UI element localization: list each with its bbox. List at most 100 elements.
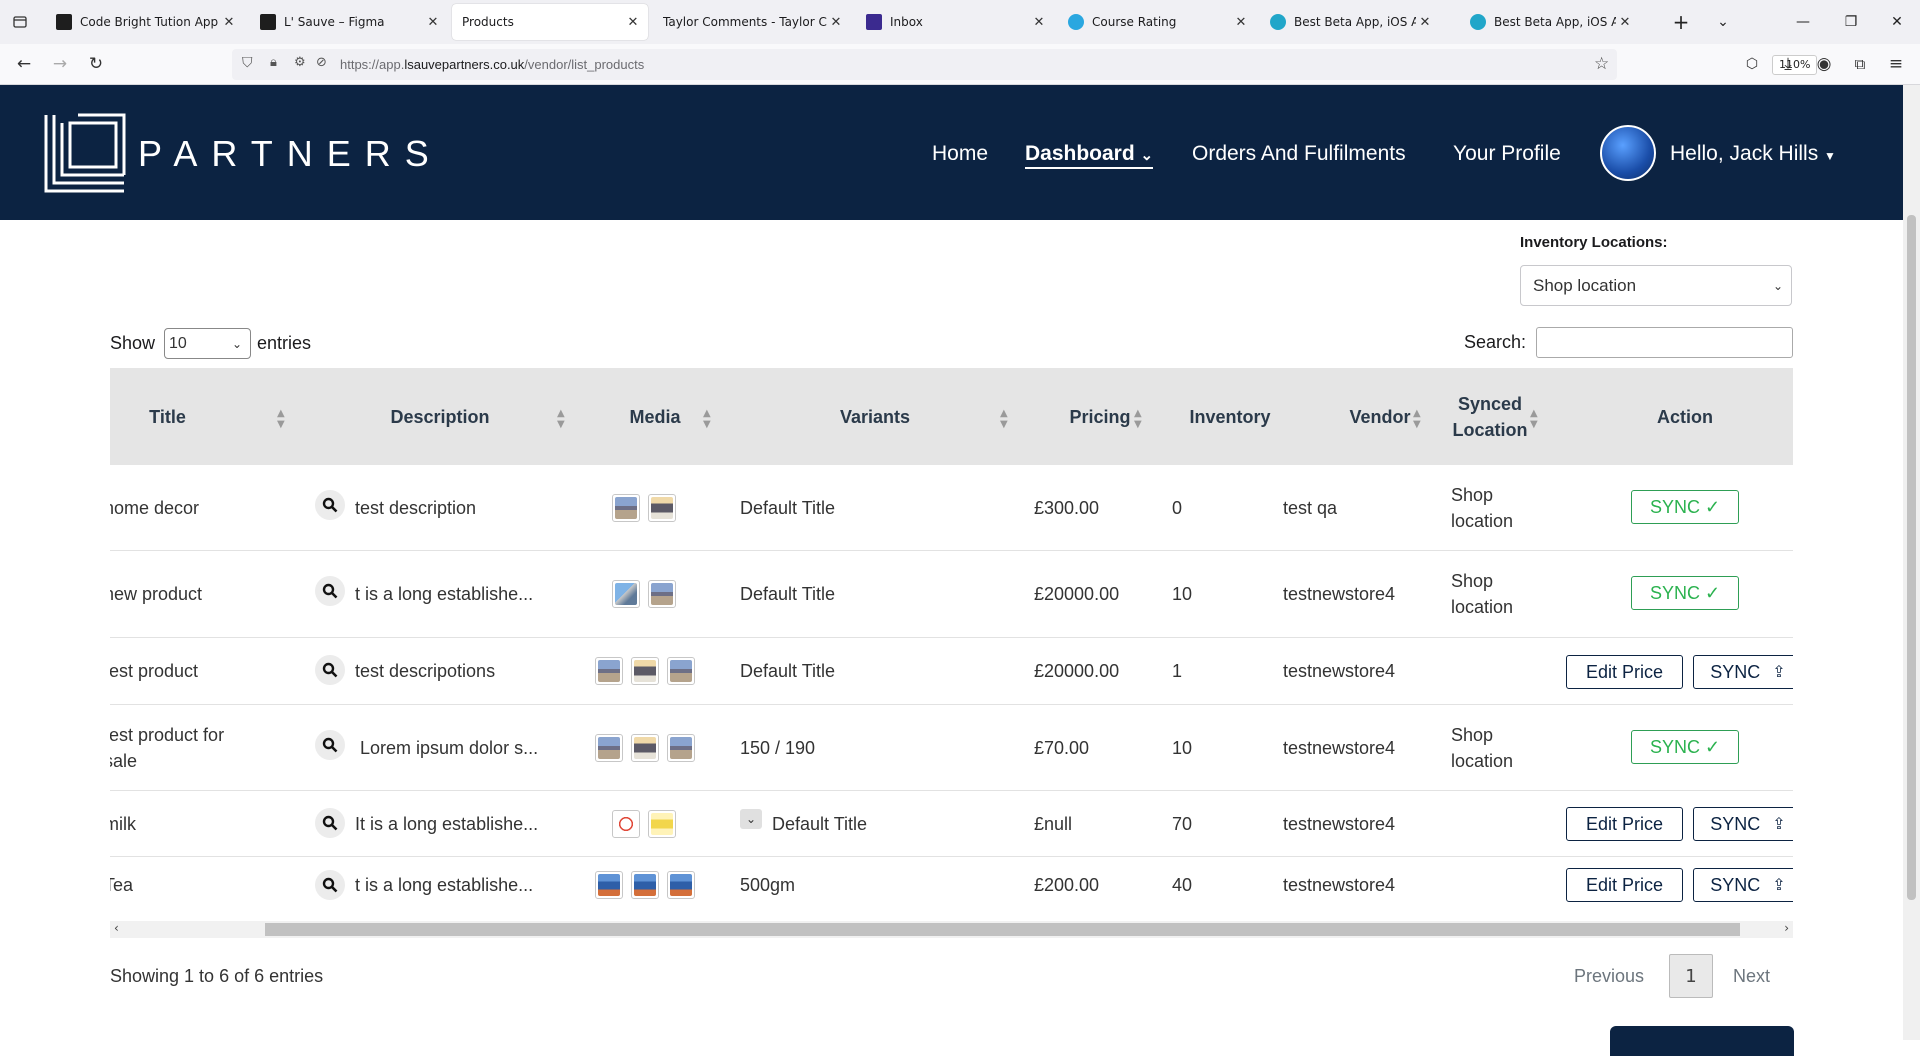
- entries-per-page-select[interactable]: 10 ⌄: [164, 328, 251, 359]
- col-inventory[interactable]: Inventory: [1160, 368, 1300, 465]
- tab-list-chevron-icon[interactable]: ⌄: [1700, 0, 1746, 44]
- variants-expand-chevron-icon[interactable]: ⌄: [740, 809, 762, 829]
- table-horizontal-scrollbar[interactable]: ‹ ›: [110, 921, 1793, 938]
- menu-icon[interactable]: ≡: [1884, 52, 1908, 76]
- tab-overview-icon[interactable]: [8, 10, 32, 34]
- scroll-right-icon[interactable]: ›: [1784, 921, 1789, 935]
- close-window-icon[interactable]: ✕: [1874, 0, 1920, 44]
- view-description-button[interactable]: [315, 870, 345, 900]
- new-tab-icon[interactable]: +: [1658, 0, 1704, 44]
- edit-price-button[interactable]: Edit Price: [1566, 655, 1683, 689]
- sync-button[interactable]: SYNC ⇪: [1693, 868, 1793, 902]
- media-thumbnail[interactable]: [631, 871, 659, 899]
- sort-icon[interactable]: ▲ ▼: [1000, 408, 1008, 430]
- media-thumbnail[interactable]: [648, 810, 676, 838]
- sync-button[interactable]: SYNC ⇪: [1693, 655, 1793, 689]
- media-thumbnail[interactable]: [667, 871, 695, 899]
- sync-done-button[interactable]: SYNC ✓: [1631, 490, 1739, 524]
- sync-done-button[interactable]: SYNC ✓: [1631, 576, 1739, 610]
- sort-icon[interactable]: ▲ ▼: [1530, 408, 1538, 430]
- tab-best-beta-1[interactable]: Best Beta App, iOS App, An ✕: [1260, 4, 1440, 40]
- minimize-icon[interactable]: —: [1780, 0, 1826, 44]
- media-thumbnail[interactable]: [648, 494, 676, 522]
- col-title[interactable]: Title: [110, 368, 225, 465]
- tab-best-beta-2[interactable]: Best Beta App, iOS App, An ✕: [1460, 4, 1640, 40]
- page-1-button[interactable]: 1: [1669, 954, 1713, 998]
- address-bar[interactable]: ⛉ 🔒︎ ⚙ ⊘ https://app.lsauvepartners.co.u…: [232, 49, 1818, 80]
- next-page-button[interactable]: Next: [1733, 966, 1770, 987]
- shield-icon[interactable]: ⛉: [242, 55, 253, 71]
- user-menu[interactable]: Hello, Jack Hills ▼: [1670, 142, 1836, 166]
- sort-icon[interactable]: ▲ ▼: [1413, 408, 1421, 430]
- close-tab-icon[interactable]: ✕: [827, 15, 845, 30]
- tab-course-rating[interactable]: Course Rating ✕: [1058, 4, 1256, 40]
- media-thumbnail[interactable]: [612, 494, 640, 522]
- media-thumbnail[interactable]: [631, 657, 659, 685]
- media-thumbnail[interactable]: [595, 657, 623, 685]
- close-tab-icon[interactable]: ✕: [1616, 15, 1634, 30]
- view-description-button[interactable]: [315, 808, 345, 838]
- restore-icon[interactable]: ❐: [1828, 0, 1874, 44]
- inventory-location-select[interactable]: Shop location ⌄: [1520, 265, 1792, 306]
- media-thumbnail[interactable]: [595, 734, 623, 762]
- tab-figma[interactable]: L' Sauve – Figma ✕: [250, 4, 448, 40]
- sort-icon[interactable]: ▲ ▼: [1134, 408, 1142, 430]
- extensions-icon[interactable]: ⧉: [1848, 52, 1872, 76]
- media-thumbnail[interactable]: [667, 657, 695, 685]
- sort-icon[interactable]: ▲ ▼: [277, 408, 285, 430]
- bookmark-star-icon[interactable]: ☆: [1594, 54, 1609, 74]
- edit-price-button[interactable]: Edit Price: [1566, 807, 1683, 841]
- view-description-button[interactable]: [315, 730, 345, 760]
- sync-done-button[interactable]: SYNC ✓: [1631, 730, 1739, 764]
- table-scrollbar-thumb[interactable]: [265, 923, 1740, 936]
- col-description[interactable]: Description: [315, 368, 565, 465]
- bottom-action-button[interactable]: [1610, 1026, 1794, 1056]
- back-icon[interactable]: ←: [12, 52, 36, 76]
- edit-price-button[interactable]: Edit Price: [1566, 868, 1683, 902]
- media-thumbnail[interactable]: [648, 580, 676, 608]
- media-thumbnail[interactable]: [612, 810, 640, 838]
- close-tab-icon[interactable]: ✕: [1030, 15, 1048, 30]
- close-tab-icon[interactable]: ✕: [424, 15, 442, 30]
- media-thumbnail[interactable]: [595, 871, 623, 899]
- col-media[interactable]: Media: [595, 368, 715, 465]
- sync-button[interactable]: SYNC ⇪: [1693, 807, 1793, 841]
- close-tab-icon[interactable]: ✕: [1232, 15, 1250, 30]
- page-scrollbar-thumb[interactable]: [1907, 215, 1916, 900]
- media-thumbnail[interactable]: [667, 734, 695, 762]
- tab-inbox[interactable]: Inbox ✕: [856, 4, 1054, 40]
- search-input[interactable]: [1536, 327, 1793, 358]
- user-avatar[interactable]: [1600, 125, 1656, 181]
- lock-icon[interactable]: 🔒︎: [270, 55, 277, 70]
- page-scrollbar[interactable]: [1903, 85, 1920, 1040]
- scroll-left-icon[interactable]: ‹: [114, 921, 119, 935]
- nav-dashboard[interactable]: Dashboard ⌄: [1025, 142, 1154, 169]
- url-text[interactable]: https://app.lsauvepartners.co.uk/vendor/…: [340, 57, 644, 72]
- pocket-icon[interactable]: ⬡: [1740, 52, 1764, 76]
- previous-page-button[interactable]: Previous: [1574, 966, 1644, 987]
- tracking-off-icon[interactable]: ⊘: [316, 55, 327, 70]
- sort-icon[interactable]: ▲ ▼: [557, 408, 565, 430]
- reload-icon[interactable]: ↻: [84, 52, 108, 76]
- col-pricing[interactable]: Pricing: [1035, 368, 1165, 465]
- nav-profile[interactable]: Your Profile: [1453, 142, 1561, 166]
- view-description-button[interactable]: [315, 576, 345, 606]
- forward-icon[interactable]: →: [48, 52, 72, 76]
- sort-icon[interactable]: ▲ ▼: [703, 408, 711, 430]
- account-icon[interactable]: ◉: [1812, 52, 1836, 76]
- nav-home[interactable]: Home: [932, 142, 988, 166]
- view-description-button[interactable]: [315, 490, 345, 520]
- partners-logo-icon[interactable]: [44, 113, 126, 193]
- nav-orders[interactable]: Orders And Fulfilments: [1192, 142, 1406, 166]
- tab-taylor-comments[interactable]: Taylor Comments - Taylor Com ✕: [653, 4, 851, 40]
- view-description-button[interactable]: [315, 655, 345, 685]
- col-synced-location[interactable]: Synced Location: [1440, 368, 1540, 465]
- col-vendor[interactable]: Vendor: [1300, 368, 1460, 465]
- downloads-icon[interactable]: ⤓: [1776, 52, 1800, 76]
- tab-products[interactable]: Products ✕: [452, 4, 648, 40]
- close-tab-icon[interactable]: ✕: [624, 15, 642, 30]
- media-thumbnail[interactable]: [631, 734, 659, 762]
- close-tab-icon[interactable]: ✕: [1416, 15, 1434, 30]
- col-variants[interactable]: Variants: [750, 368, 1000, 465]
- permissions-icon[interactable]: ⚙: [294, 55, 306, 70]
